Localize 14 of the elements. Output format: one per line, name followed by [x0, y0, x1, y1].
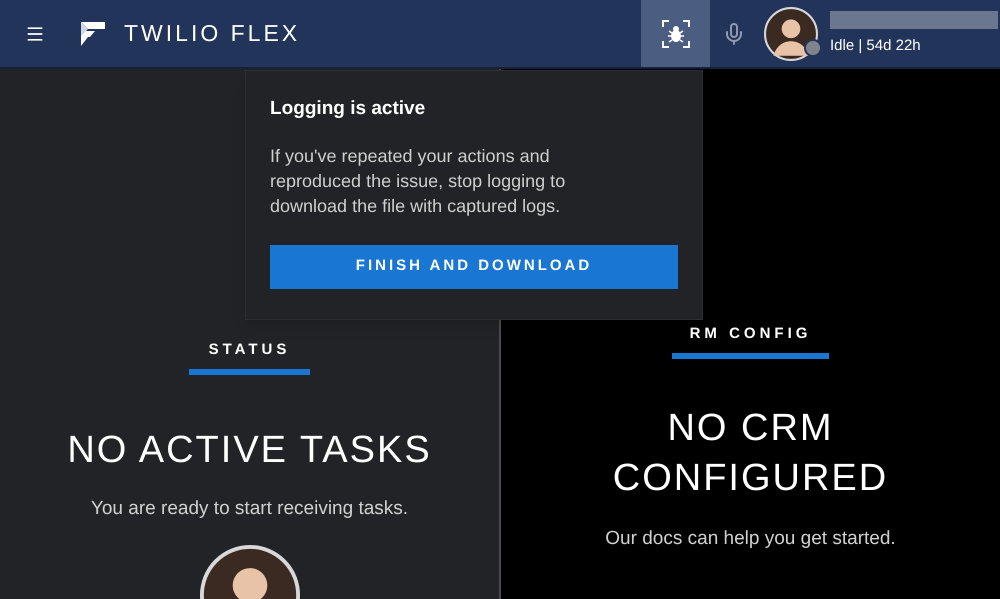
popover-title: Logging is active — [270, 97, 426, 121]
logo-icon — [80, 20, 106, 46]
empty-state-heading: NO CRM CONFIGURED — [612, 406, 890, 500]
popover-message: If you've repeated your actions and reproduced the issue, stop logging to download the file with captured logs. — [270, 144, 566, 218]
user-avatar — [764, 6, 818, 60]
brand-name: TWILIO FLEX — [124, 19, 300, 48]
panel-tab[interactable]: STATUS — [188, 339, 310, 374]
logging-button[interactable] — [641, 0, 710, 67]
empty-state-heading: NO ACTIVE TASKS — [67, 428, 432, 472]
finish-download-button[interactable]: FINISH AND DOWNLOAD — [270, 244, 678, 288]
activity-status: Idle | 54d 22h — [830, 36, 922, 56]
empty-state-text: Our docs can help you get started. — [605, 526, 896, 550]
empty-state-text: You are ready to start receiving tasks. — [90, 496, 408, 520]
bug-icon — [660, 18, 690, 48]
